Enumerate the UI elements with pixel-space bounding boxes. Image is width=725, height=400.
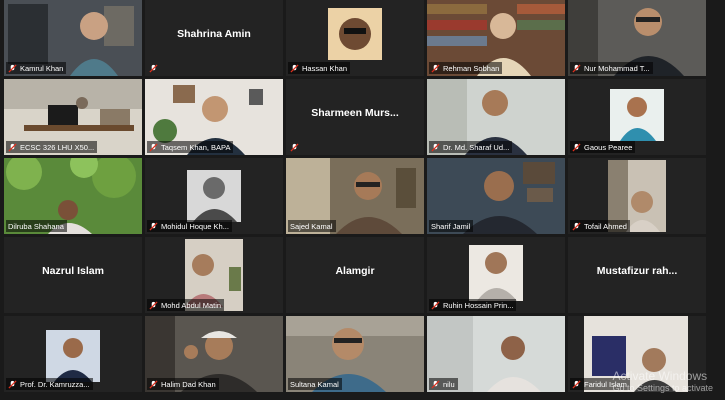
participant-tile[interactable]: Mohidul Hoque Kh...	[145, 158, 283, 234]
participant-label: Mohd Abdul Matin	[147, 299, 225, 311]
participant-label: Halim Dad Khan	[147, 378, 219, 390]
participant-name: Sultana Kamal	[290, 379, 339, 389]
participant-label: Kamrul Khan	[6, 62, 67, 74]
participant-tile[interactable]: Shahrina Amin	[145, 0, 283, 76]
video-grid: Kamrul Khan Shahrina Amin Hassan Khan Re…	[0, 0, 725, 400]
participant-label: Tofail Ahmed	[570, 220, 630, 232]
participant-tile[interactable]: Dilruba Shahana	[4, 158, 142, 234]
participant-label: Nur Mohammad T...	[570, 62, 653, 74]
watermark-subtitle: Go to Settings to activate	[612, 383, 713, 393]
participant-name: Prof. Dr. Kamruzza...	[20, 379, 90, 389]
participant-label: Sajed Kamal	[288, 220, 336, 232]
participant-label: Ruhin Hossain Prin...	[429, 299, 517, 311]
participant-tile[interactable]: Halim Dad Khan	[145, 316, 283, 392]
participant-center-name: Mustafizur rah...	[596, 265, 678, 277]
participant-name: Taqsem Khan, BAPA	[161, 142, 231, 152]
participant-name: Dr. Md. Sharaf Ud...	[443, 142, 510, 152]
participant-name: Mohd Abdul Matin	[161, 300, 222, 310]
participant-tile[interactable]: Mohd Abdul Matin	[145, 237, 283, 313]
participant-label: Taqsem Khan, BAPA	[147, 141, 234, 153]
participant-label: Prof. Dr. Kamruzza...	[6, 378, 93, 390]
participant-tile[interactable]: Sajed Kamal	[286, 158, 424, 234]
participant-name: Rehman Sobhan	[443, 63, 500, 73]
participant-label	[288, 141, 305, 153]
participant-tile[interactable]: Mustafizur rah...	[568, 237, 706, 313]
participant-label: Gaous Pearee	[570, 141, 636, 153]
participant-tile-active-speaker[interactable]: Sharif Jamil	[427, 158, 565, 234]
mic-muted-icon	[8, 142, 17, 152]
participant-tile[interactable]: nilu	[427, 316, 565, 392]
participant-name: Hassan Khan	[302, 63, 348, 73]
participant-tile[interactable]: Hassan Khan	[286, 0, 424, 76]
participant-tile[interactable]: Sultana Kamal	[286, 316, 424, 392]
participant-label: Sharif Jamil	[429, 220, 474, 232]
mic-muted-icon	[572, 63, 581, 73]
participant-tile[interactable]: Rehman Sobhan	[427, 0, 565, 76]
participant-name: Sharif Jamil	[431, 221, 471, 231]
participant-name: Ruhin Hossain Prin...	[443, 300, 514, 310]
participant-tile[interactable]: Nur Mohammad T...	[568, 0, 706, 76]
mic-muted-icon	[149, 142, 158, 152]
participant-label: Hassan Khan	[288, 62, 351, 74]
participant-center-name: Alamgir	[335, 265, 375, 277]
participant-name: ECSC 326 LHU X50...	[20, 142, 95, 152]
mic-muted-icon	[572, 221, 581, 231]
participant-name: Sajed Kamal	[290, 221, 333, 231]
participant-name: nilu	[443, 379, 455, 389]
activate-windows-watermark: Activate Windows Go to Settings to activ…	[612, 370, 713, 394]
mic-muted-icon	[149, 63, 158, 73]
participant-name: Gaous Pearee	[584, 142, 633, 152]
participant-tile[interactable]: Gaous Pearee	[568, 79, 706, 155]
participant-label: Dr. Md. Sharaf Ud...	[429, 141, 513, 153]
mic-muted-icon	[8, 379, 17, 389]
participant-center-name: Shahrina Amin	[177, 28, 251, 40]
mic-muted-icon	[290, 142, 299, 152]
participant-name: Dilruba Shahana	[8, 221, 64, 231]
participant-name: Nur Mohammad T...	[584, 63, 650, 73]
participant-tile[interactable]: Alamgir	[286, 237, 424, 313]
participant-label: ECSC 326 LHU X50...	[6, 141, 98, 153]
participant-name: Halim Dad Khan	[161, 379, 216, 389]
mic-muted-icon	[290, 63, 299, 73]
participant-tile[interactable]: Prof. Dr. Kamruzza...	[4, 316, 142, 392]
participant-label: Rehman Sobhan	[429, 62, 503, 74]
participant-label: Dilruba Shahana	[6, 220, 67, 232]
mic-muted-icon	[149, 221, 158, 231]
mic-muted-icon	[149, 379, 158, 389]
participant-name: Mohidul Hoque Kh...	[161, 221, 229, 231]
mic-muted-icon	[149, 300, 158, 310]
participant-label: nilu	[429, 378, 458, 390]
participant-label: Mohidul Hoque Kh...	[147, 220, 232, 232]
participant-label	[147, 62, 164, 74]
participant-tile[interactable]: Sharmeen Murs...	[286, 79, 424, 155]
mic-muted-icon	[572, 142, 581, 152]
participant-tile[interactable]: Dr. Md. Sharaf Ud...	[427, 79, 565, 155]
participant-name: Tofail Ahmed	[584, 221, 627, 231]
participant-name: Kamrul Khan	[20, 63, 64, 73]
participant-tile[interactable]: Tofail Ahmed	[568, 158, 706, 234]
mic-muted-icon	[431, 300, 440, 310]
participant-center-name: Nazrul Islam	[42, 265, 104, 277]
participant-tile[interactable]: Nazrul Islam	[4, 237, 142, 313]
mic-muted-icon	[572, 379, 581, 389]
mic-muted-icon	[431, 142, 440, 152]
participant-tile[interactable]: Ruhin Hossain Prin...	[427, 237, 565, 313]
watermark-title: Activate Windows	[612, 369, 708, 383]
participant-center-name: Sharmeen Murs...	[311, 107, 399, 119]
participant-label: Sultana Kamal	[288, 378, 342, 390]
participant-tile[interactable]: Kamrul Khan	[4, 0, 142, 76]
mic-muted-icon	[431, 379, 440, 389]
participant-tile[interactable]: Taqsem Khan, BAPA	[145, 79, 283, 155]
participant-tile[interactable]: ECSC 326 LHU X50...	[4, 79, 142, 155]
mic-muted-icon	[8, 63, 17, 73]
mic-muted-icon	[431, 63, 440, 73]
